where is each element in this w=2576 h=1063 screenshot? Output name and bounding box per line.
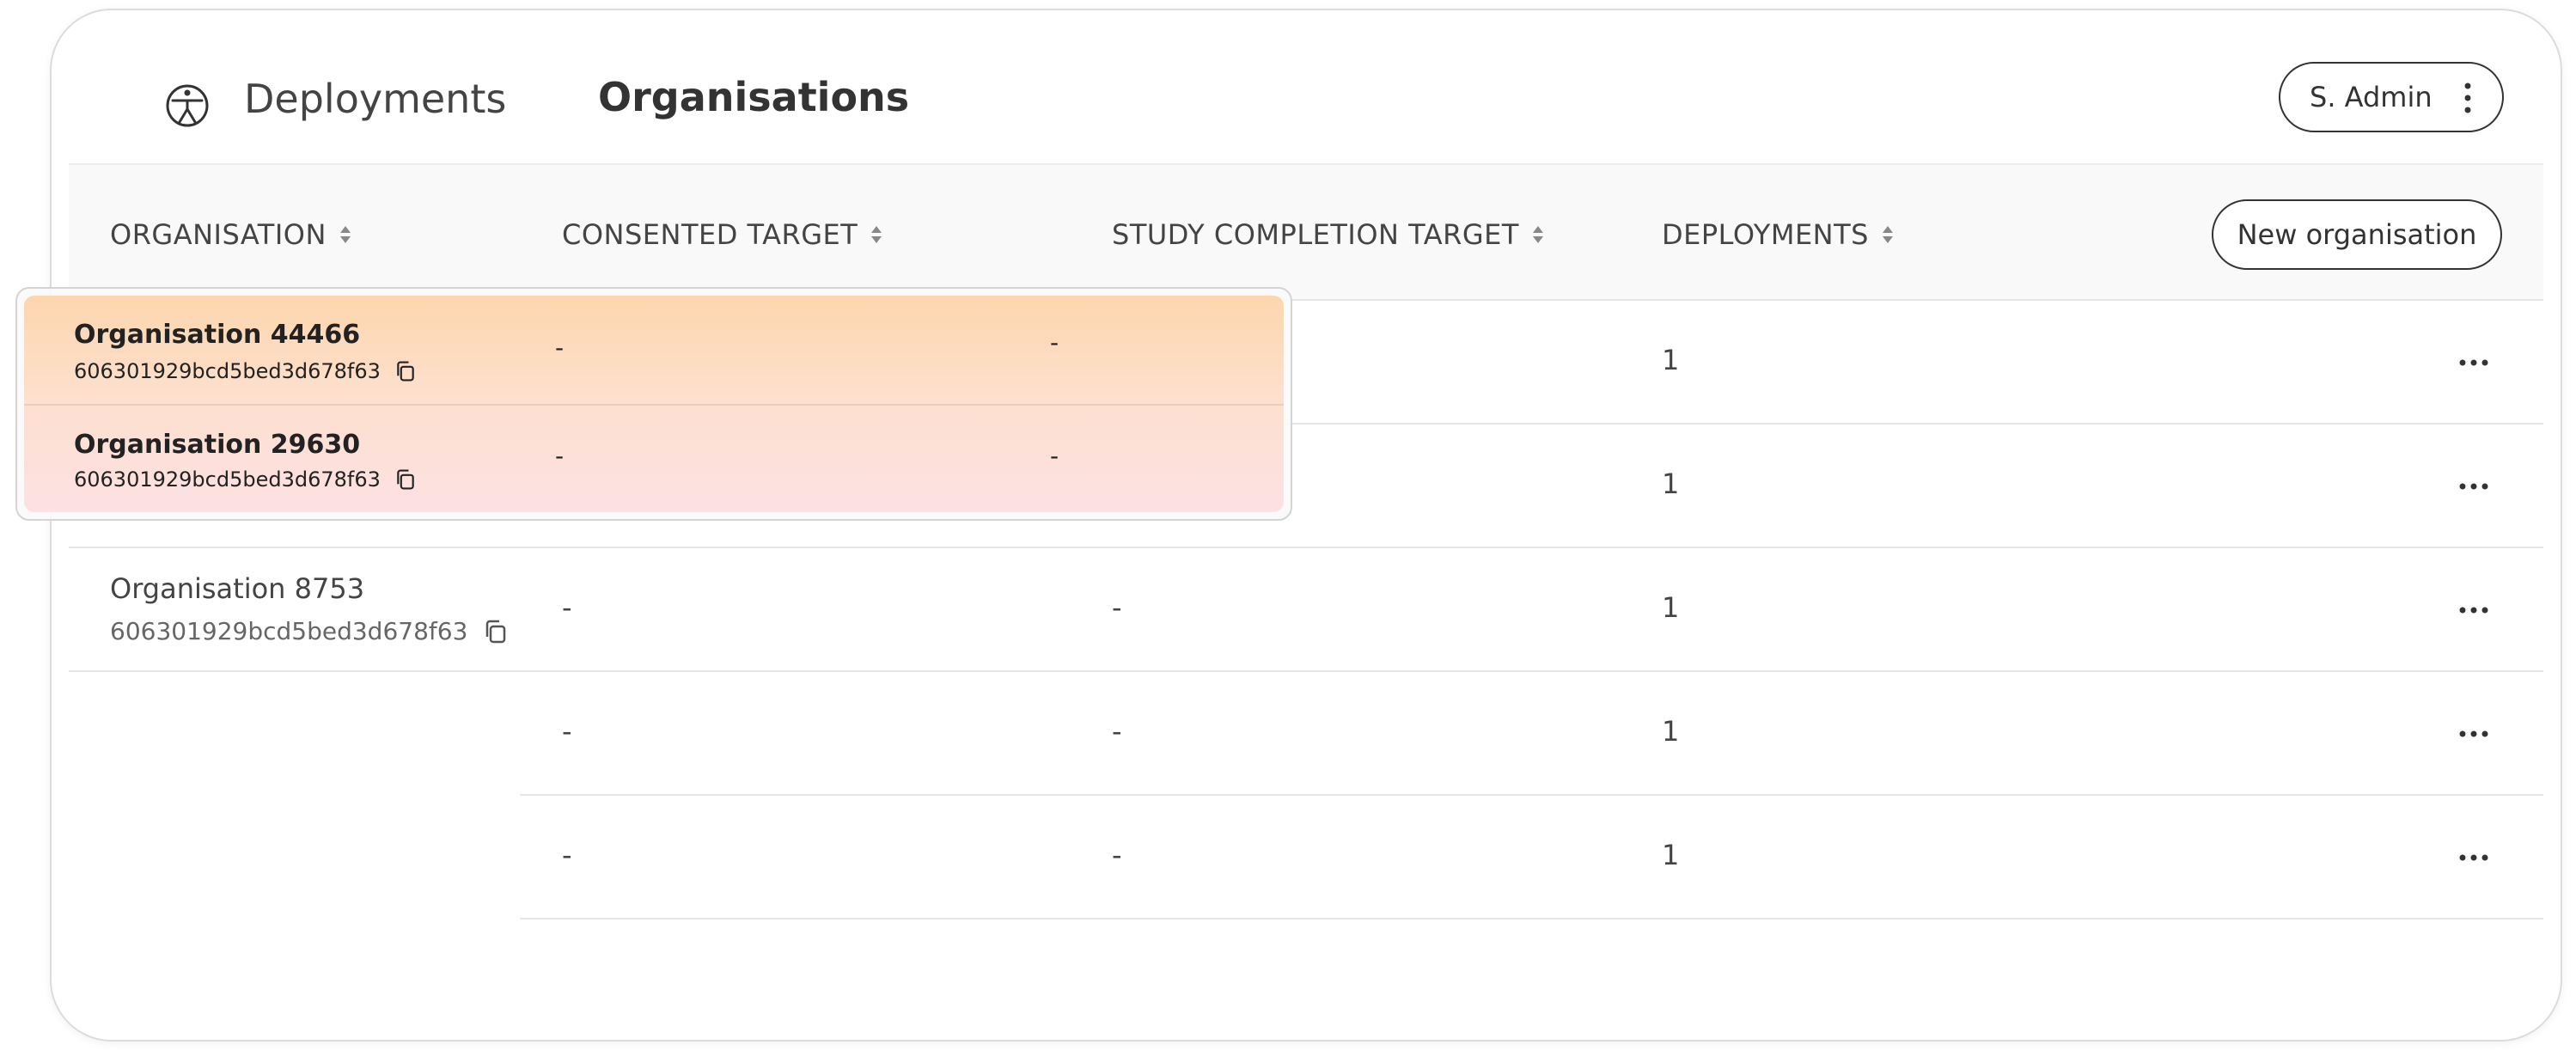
organisation-id: 606301929bcd5bed3d678f63 [74, 359, 417, 383]
completion-target: - [1050, 442, 1059, 470]
completion-target: - [1112, 839, 1122, 871]
copy-icon[interactable] [483, 619, 509, 645]
completion-target: - [1050, 328, 1059, 357]
drag-preview-content: Organisation 44466 606301929bcd5bed3d678… [24, 296, 1284, 512]
drag-preview[interactable]: Organisation 44466 606301929bcd5bed3d678… [15, 287, 1292, 521]
organisation-id: 606301929bcd5bed3d678f63 [74, 467, 417, 492]
deployments-count: 1 [1662, 839, 1680, 871]
copy-icon [397, 361, 414, 382]
more-horizontal-icon[interactable] [2459, 359, 2488, 366]
table-row[interactable]: Organisation 8753 606301929bcd5bed3d678f… [69, 548, 2543, 672]
drag-row: Organisation 29630 606301929bcd5bed3d678… [24, 407, 1284, 512]
more-horizontal-icon[interactable] [2459, 607, 2488, 614]
organisation-id: 606301929bcd5bed3d678f63 [110, 617, 509, 645]
completion-target: - [1112, 591, 1122, 624]
organisation-cell: Organisation 8753 606301929bcd5bed3d678f… [110, 572, 509, 645]
deployments-count: 1 [1662, 715, 1680, 748]
column-label: ORGANISATION [110, 218, 327, 251]
deployments-count: 1 [1662, 467, 1680, 500]
consented-target: - [562, 715, 572, 748]
tab-deployments[interactable]: Deployments [244, 76, 506, 122]
sort-arrows-icon[interactable] [339, 223, 352, 246]
organisation-name: Organisation 44466 [74, 320, 361, 350]
column-header-study-completion-target[interactable]: STUDY COMPLETION TARGET [1112, 218, 1545, 251]
copy-icon [397, 469, 414, 490]
deployments-count: 1 [1662, 344, 1680, 376]
table-row[interactable]: - - 1 [520, 672, 2543, 796]
more-vertical-icon [2464, 82, 2471, 113]
column-label: CONSENTED TARGET [562, 218, 858, 251]
column-header-deployments[interactable]: DEPLOYMENTS [1662, 218, 1895, 251]
user-menu-button[interactable]: S. Admin [2279, 62, 2504, 132]
deployments-count: 1 [1662, 591, 1680, 624]
organisation-id-text: 606301929bcd5bed3d678f63 [74, 467, 381, 492]
table-header: ORGANISATION CONSENTED TARGET STUDY COMP… [69, 163, 2543, 301]
consented-target: - [562, 591, 572, 624]
column-label: DEPLOYMENTS [1662, 218, 1869, 251]
organisation-id-text: 606301929bcd5bed3d678f63 [74, 359, 381, 383]
more-horizontal-icon[interactable] [2459, 483, 2488, 490]
more-horizontal-icon[interactable] [2459, 854, 2488, 861]
column-header-organisation[interactable]: ORGANISATION [110, 218, 352, 251]
column-header-consented-target[interactable]: CONSENTED TARGET [562, 218, 883, 251]
drag-row: Organisation 44466 606301929bcd5bed3d678… [24, 296, 1284, 406]
accessibility-person-icon[interactable] [164, 82, 211, 129]
organisation-id-text: 606301929bcd5bed3d678f63 [110, 617, 468, 645]
sort-arrows-icon[interactable] [1881, 223, 1895, 246]
sort-arrows-icon[interactable] [1531, 223, 1545, 246]
user-name: S. Admin [2310, 81, 2433, 113]
table-row[interactable]: - - 1 [520, 796, 2543, 919]
consented-target: - [555, 333, 565, 362]
tab-organisations[interactable]: Organisations [598, 74, 909, 120]
consented-target: - [562, 839, 572, 871]
completion-target: - [1112, 715, 1122, 748]
consented-target: - [555, 442, 565, 470]
organisation-name: Organisation 29630 [74, 430, 361, 460]
sort-arrows-icon[interactable] [870, 223, 883, 246]
new-organisation-button[interactable]: New organisation [2212, 199, 2502, 270]
column-label: STUDY COMPLETION TARGET [1112, 218, 1519, 251]
organisation-name[interactable]: Organisation 8753 [110, 572, 509, 605]
more-horizontal-icon[interactable] [2459, 730, 2488, 737]
